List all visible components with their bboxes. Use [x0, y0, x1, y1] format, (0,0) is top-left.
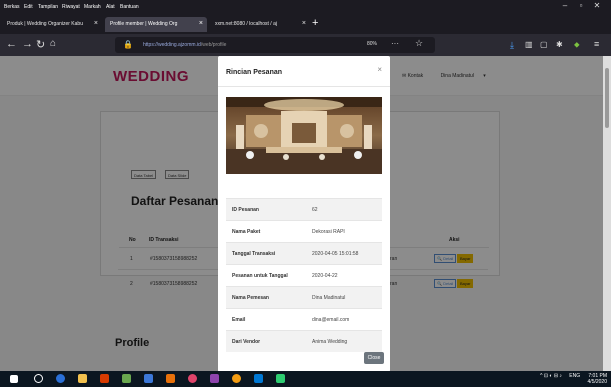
detail-value: Dina Madinatul: [312, 294, 346, 301]
windows-start-icon[interactable]: [10, 375, 18, 383]
url-path: /web/profile: [200, 42, 227, 48]
close-window-icon[interactable]: ✕: [589, 1, 605, 10]
download-icon[interactable]: ⤓: [510, 40, 514, 51]
home-icon[interactable]: ⌂: [50, 38, 56, 49]
tray-icons[interactable]: ^ ⊡ ◐ ⊟ ♪: [540, 373, 562, 379]
tab-profile-member[interactable]: Profile member | Wedding Org ×: [105, 17, 207, 32]
detail-label: Pesanan untuk Tanggal: [232, 272, 288, 279]
close-tab-icon[interactable]: ×: [94, 20, 98, 27]
detail-value: 62: [312, 206, 318, 213]
minimize-icon[interactable]: –: [557, 1, 573, 10]
detail-value: Dekorasi RAPI: [312, 228, 345, 235]
detail-label: Nama Paket: [232, 228, 261, 235]
detail-row: Pesanan untuk Tanggal 2020-04-22: [226, 264, 382, 286]
browser-menubar: Berkas Edit Tampilan Riwayat Markah Alat…: [0, 0, 611, 14]
vscode-icon[interactable]: [254, 374, 263, 383]
tab-title: xxm.net:8080 / localhost / aj: [215, 21, 277, 27]
detail-value: Anima Wedding: [312, 338, 348, 345]
system-tray: ^ ⊡ ◐ ⊟ ♪ ENG 7:01 PM 4/5/2020: [540, 373, 607, 385]
menu-item-markah[interactable]: Markah: [84, 4, 101, 10]
tab-produk[interactable]: Produk | Wedding Organizer Kabu ×: [2, 17, 102, 32]
office-icon[interactable]: [100, 374, 109, 383]
detail-row: Tanggal Transaksi 2020-04-05 15:01:58: [226, 242, 382, 264]
search-icon[interactable]: [34, 374, 43, 383]
addon-icon[interactable]: ⬥: [574, 40, 580, 50]
tab-phpmyadmin[interactable]: xxm.net:8080 / localhost / aj ×: [210, 17, 310, 32]
edge-icon[interactable]: [56, 374, 65, 383]
file-explorer-icon[interactable]: [78, 374, 87, 383]
modal-close-icon[interactable]: ×: [377, 65, 382, 74]
menu-item-alat[interactable]: Alat: [106, 4, 115, 10]
url-bar[interactable]: 🔒 https://wedding.ajzomm.id/web/profile …: [115, 37, 435, 53]
maximize-icon[interactable]: ▫: [573, 1, 589, 10]
lock-icon: 🔒: [123, 40, 133, 49]
detail-label: ID Pesanan: [232, 206, 259, 213]
reload-icon[interactable]: ↻: [36, 38, 45, 51]
menu-item-bantuan[interactable]: Bantuan: [120, 4, 139, 10]
detail-label: Nama Pemesan: [232, 294, 269, 301]
detail-label: Dari Vendor: [232, 338, 261, 345]
app-icon[interactable]: [122, 374, 131, 383]
scrollbar-thumb[interactable]: [605, 68, 609, 128]
menu-item-tampilan[interactable]: Tampilan: [38, 4, 58, 10]
menu-item-riwayat[interactable]: Riwayat: [62, 4, 80, 10]
clock-date: 4/5/2020: [587, 379, 607, 385]
modal-close-button[interactable]: Close: [364, 352, 384, 364]
detail-row: ID Pesanan 62: [226, 198, 382, 220]
extension-icon[interactable]: ✱: [556, 40, 563, 49]
venue-decoration-image: [226, 97, 382, 174]
detail-label: Email: [232, 316, 246, 323]
detail-row: Nama Pemesan Dina Madinatul: [226, 286, 382, 308]
detail-value: 2020-04-05 15:01:58: [312, 250, 359, 257]
forward-icon[interactable]: →: [22, 38, 33, 50]
chrome-icon[interactable]: [232, 374, 241, 383]
menu-item-berkas[interactable]: Berkas: [4, 4, 20, 10]
language-indicator[interactable]: ENG: [569, 373, 580, 379]
detail-value: dina@email.com: [312, 316, 350, 323]
detail-value: 2020-04-22: [312, 272, 338, 279]
zoom-level[interactable]: 80%: [367, 41, 377, 47]
clock[interactable]: 7:01 PM 4/5/2020: [588, 373, 607, 385]
app-icon[interactable]: [210, 374, 219, 383]
back-icon[interactable]: ←: [6, 38, 17, 50]
xampp-icon[interactable]: [166, 374, 175, 383]
bookmark-star-icon[interactable]: ☆: [415, 38, 423, 49]
tab-title: Profile member | Wedding Org: [110, 21, 178, 27]
tab-strip: Produk | Wedding Organizer Kabu × Profil…: [0, 14, 611, 34]
page-actions-icon[interactable]: ···: [391, 39, 399, 48]
detail-label: Tanggal Transaksi: [232, 250, 276, 257]
sidebar-icon[interactable]: ▢: [540, 40, 548, 49]
page-scrollbar[interactable]: [603, 56, 611, 371]
order-detail-table: ID Pesanan 62 Nama Paket Dekorasi RAPI Tan…: [226, 198, 382, 352]
detail-row: Dari Vendor Anima Wedding: [226, 330, 382, 352]
word-icon[interactable]: [144, 374, 153, 383]
hamburger-menu-icon[interactable]: ≡: [594, 39, 599, 49]
tab-title: Produk | Wedding Organizer Kabu: [7, 21, 83, 27]
url-host: https://wedding.ajzomm.id: [143, 42, 201, 48]
browser-toolbar: ← → ↻ ⌂ 🔒 https://wedding.ajzomm.id/web/…: [0, 34, 611, 56]
order-detail-modal: Rincian Pesanan × ID Pesanan 62 Nama Pak…: [218, 56, 390, 372]
windows-taskbar: ^ ⊡ ◐ ⊟ ♪ ENG 7:01 PM 4/5/2020: [0, 371, 611, 387]
library-icon[interactable]: ▥: [525, 40, 533, 49]
new-tab-icon[interactable]: +: [312, 17, 318, 29]
menu-item-edit[interactable]: Edit: [24, 4, 33, 10]
app-icon[interactable]: [276, 374, 285, 383]
close-tab-icon[interactable]: ×: [302, 20, 306, 27]
close-tab-icon[interactable]: ×: [199, 20, 203, 27]
detail-row: Nama Paket Dekorasi RAPI: [226, 220, 382, 242]
detail-row: Email dina@email.com: [226, 308, 382, 330]
modal-title: Rincian Pesanan: [226, 69, 283, 76]
firefox-icon[interactable]: [188, 374, 197, 383]
